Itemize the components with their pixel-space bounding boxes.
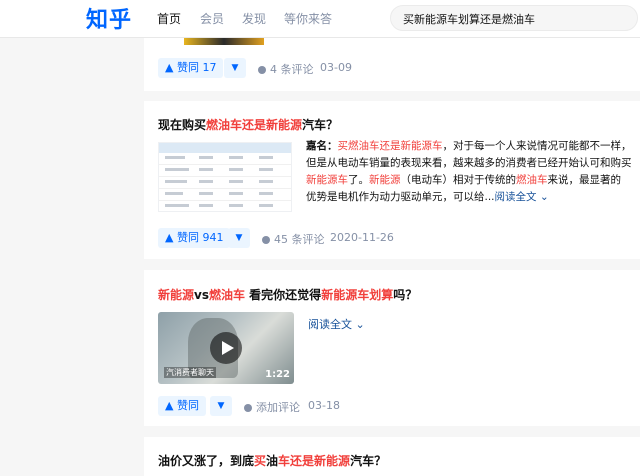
excerpt-line: 但是从电动车销量的表现来看，越来越多的消费者已经开始认可和购买	[306, 155, 632, 172]
excerpt-text: 优势是电机作为动力驱动单元，可以给...	[306, 191, 495, 203]
thumb-row	[159, 201, 291, 211]
card-title[interactable]: 现在购买燃油车还是新能源汽车？	[158, 116, 338, 133]
nav-waiting-answers[interactable]: 等你来答	[284, 10, 332, 27]
title-part: 吗？	[393, 288, 418, 302]
title-part: 汽车？	[302, 118, 339, 132]
downvote-button[interactable]: ▼	[228, 228, 250, 248]
thumb-header	[159, 143, 291, 153]
excerpt-highlight: 买燃油车还是新能源车	[337, 140, 443, 152]
title-part: 现在购买	[158, 118, 207, 132]
post-date: 03-18	[308, 399, 340, 412]
excerpt-line: 新能源车了。新能源（电动车）相对于传统的燃油车来说，最显著的	[306, 172, 632, 189]
feed-card-4: 油价又涨了，到底买油车还是新能源汽车？	[144, 437, 640, 476]
card-image-fragment	[184, 37, 264, 45]
comments-link[interactable]: 4 条评论	[258, 61, 314, 77]
excerpt-text: 来说，最显著的	[547, 174, 622, 186]
card-thumbnail-table[interactable]	[158, 142, 292, 212]
excerpt-highlight: 新能源	[369, 174, 401, 186]
play-icon[interactable]	[210, 332, 242, 364]
upvote-button[interactable]: ▲ 赞同 17	[158, 58, 224, 78]
zhihu-logo[interactable]: 知乎	[86, 2, 132, 34]
excerpt-line: 嘉名：买燃油车还是新能源车，对于每一个人来说情况可能都不一样，	[306, 138, 632, 155]
title-highlight: 燃油车还是新能源	[206, 118, 303, 132]
title-part: 汽车？	[350, 454, 387, 468]
nav-home[interactable]: 首页	[157, 10, 181, 27]
feed-card-1: ▲ 赞同 17 ▼ 4 条评论 03-09	[144, 37, 640, 91]
nav-discover[interactable]: 发现	[242, 10, 266, 27]
video-thumbnail[interactable]: 汽消费者聊天 1:22	[158, 312, 294, 384]
feed-card-2: 现在购买燃油车还是新能源汽车？ 嘉名：买燃油车还是新能源车，对于每一个人来说情况…	[144, 101, 640, 259]
card-title[interactable]: 油价又涨了，到底买油车还是新能源汽车？	[158, 452, 386, 469]
comments-count: 添加评论	[256, 401, 300, 414]
comment-icon	[258, 66, 266, 74]
post-date: 2020-11-26	[330, 231, 394, 244]
downvote-button[interactable]: ▼	[224, 58, 246, 78]
read-more-link[interactable]: 阅读全文 ⌄	[308, 316, 365, 332]
excerpt-text: 了。	[348, 174, 369, 186]
comment-icon	[244, 404, 252, 412]
title-part: 油	[266, 454, 279, 468]
top-header: 知乎 首页 会员 发现 等你来答 买新能源车划算还是燃油车	[0, 0, 640, 38]
thumb-row	[159, 165, 291, 177]
upvote-button[interactable]: ▲ 赞同	[158, 396, 206, 416]
downvote-button[interactable]: ▼	[210, 396, 232, 416]
comments-count: 4 条评论	[270, 63, 314, 76]
title-highlight: 新能源	[158, 288, 195, 302]
video-duration: 1:22	[265, 369, 290, 380]
upvote-button[interactable]: ▲ 赞同 941	[158, 228, 231, 248]
thumb-row	[159, 189, 291, 201]
comments-count: 45 条评论	[274, 233, 325, 246]
video-caption: 汽消费者聊天	[164, 367, 216, 378]
title-part: 看完你还觉得	[245, 288, 322, 302]
title-highlight: 车还是新能源	[278, 454, 351, 468]
search-input[interactable]: 买新能源车划算还是燃油车	[390, 5, 638, 31]
nav-membership[interactable]: 会员	[200, 10, 224, 27]
comments-link[interactable]: 45 条评论	[262, 231, 325, 247]
feed-card-3: 新能源vs燃油车 看完你还觉得新能源车划算吗？ 汽消费者聊天 1:22 阅读全文…	[144, 270, 640, 426]
excerpt-highlight: 燃油车	[516, 174, 548, 186]
post-date: 03-09	[320, 61, 352, 74]
author-name: 嘉名：	[306, 140, 338, 152]
title-part: vs	[194, 288, 209, 302]
excerpt-text: ，对于每一个人来说情况可能都不一样，	[442, 140, 632, 152]
card-excerpt[interactable]: 嘉名：买燃油车还是新能源车，对于每一个人来说情况可能都不一样， 但是从电动车销量…	[306, 138, 632, 206]
title-part: 油价又涨了，到底	[158, 454, 255, 468]
title-highlight: 买	[254, 454, 267, 468]
excerpt-highlight: 新能源车	[306, 174, 348, 186]
excerpt-line: 优势是电机作为动力驱动单元，可以给...阅读全文 ⌄	[306, 189, 632, 206]
thumb-row	[159, 177, 291, 189]
title-highlight: 新能源车划算	[321, 288, 394, 302]
read-more-link[interactable]: 阅读全文 ⌄	[495, 191, 549, 203]
excerpt-text: 但是从电动车销量的表现来看，越来越多的消费者已经开始认可和购买	[306, 157, 632, 169]
excerpt-text: （电动车）相对于传统的	[400, 174, 517, 186]
add-comment-link[interactable]: 添加评论	[244, 399, 300, 415]
card-title[interactable]: 新能源vs燃油车 看完你还觉得新能源车划算吗？	[158, 286, 417, 303]
comment-icon	[262, 236, 270, 244]
title-highlight: 燃油车	[208, 288, 245, 302]
thumb-row	[159, 153, 291, 165]
